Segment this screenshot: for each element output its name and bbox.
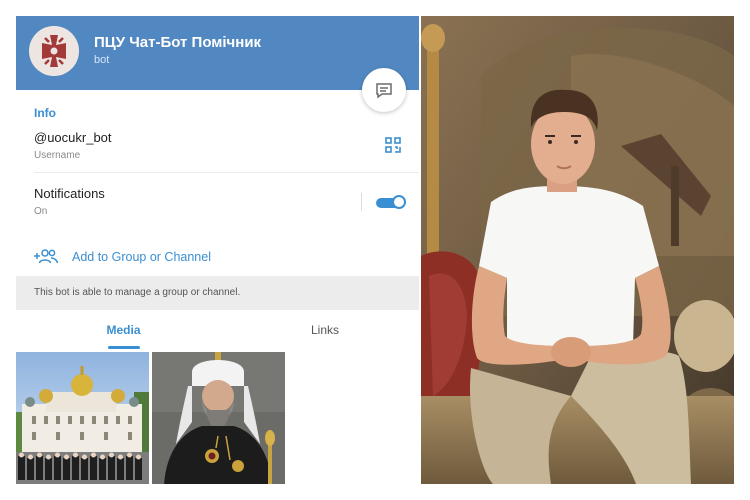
info-divider xyxy=(34,172,419,173)
shared-media-tabs: Media Links xyxy=(16,310,419,350)
cross-emblem-icon xyxy=(29,26,79,76)
add-to-group-label: Add to Group or Channel xyxy=(72,250,211,264)
qr-code-icon[interactable] xyxy=(385,137,401,153)
username-value[interactable]: @uocukr_bot xyxy=(34,130,112,145)
bot-capability-hint: This bot is able to manage a group or ch… xyxy=(34,287,241,298)
profile-header: ПЦУ Чат-Бот Помічник bot xyxy=(16,16,419,90)
tab-links[interactable]: Links xyxy=(231,310,419,350)
message-button[interactable] xyxy=(362,68,406,112)
portrait-photo xyxy=(421,16,734,484)
toggle-separator xyxy=(361,193,362,211)
bot-name: ПЦУ Чат-Бот Помічник xyxy=(94,34,262,51)
active-tab-indicator xyxy=(108,346,140,349)
notifications-toggle[interactable] xyxy=(376,195,406,209)
bot-profile-panel: ПЦУ Чат-Бот Помічник bot Info @uocukr_bo… xyxy=(16,16,419,484)
bot-subtitle: bot xyxy=(94,54,110,66)
tab-media[interactable]: Media xyxy=(16,310,231,350)
message-icon xyxy=(376,83,392,99)
info-section-title: Info xyxy=(34,106,56,120)
media-thumbnail-metropolitan[interactable] xyxy=(152,352,285,484)
media-grid xyxy=(16,350,419,484)
info-section: Info @uocukr_bot Username Notifications … xyxy=(16,90,419,244)
notifications-state: On xyxy=(34,206,48,217)
username-label: Username xyxy=(34,150,81,161)
add-group-icon xyxy=(33,247,59,267)
media-thumbnail-cathedral[interactable] xyxy=(16,352,149,484)
bot-avatar[interactable] xyxy=(29,26,79,76)
toggle-knob xyxy=(392,195,406,209)
notifications-title: Notifications xyxy=(34,186,105,201)
add-to-group-row[interactable]: Add to Group or Channel xyxy=(16,238,419,276)
